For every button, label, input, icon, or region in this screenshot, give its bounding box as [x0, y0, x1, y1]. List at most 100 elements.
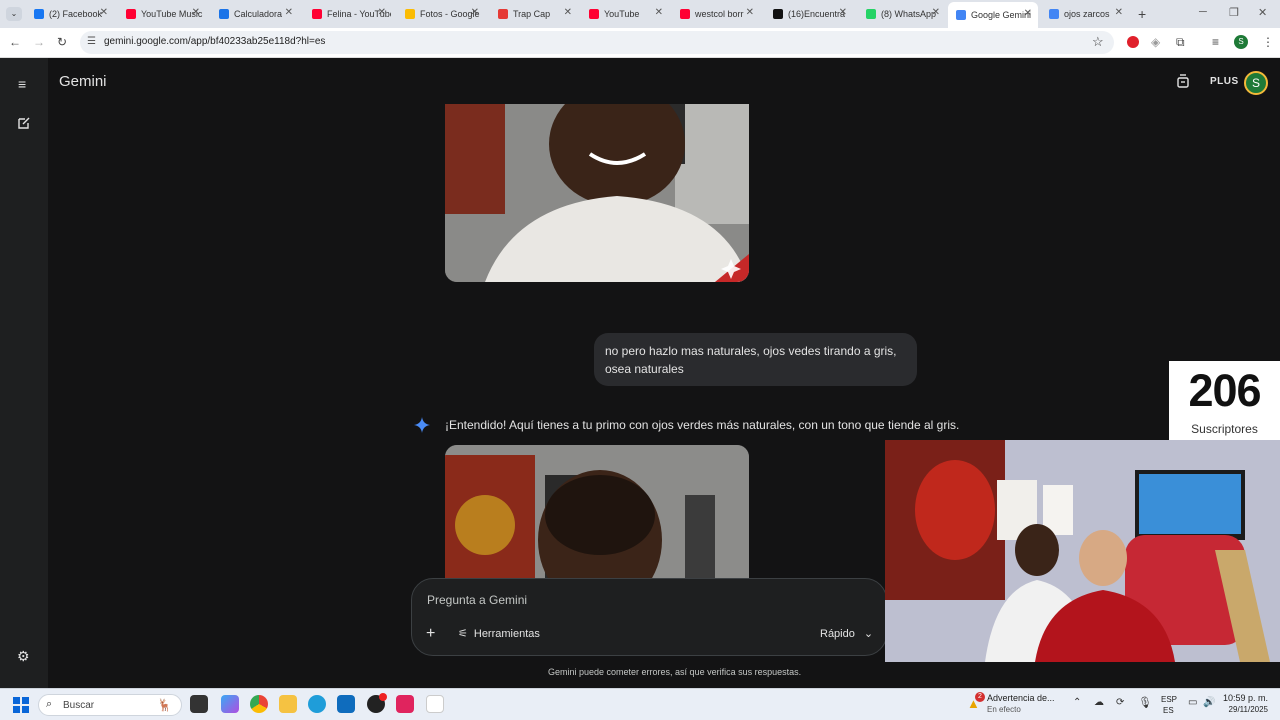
- tab-whatsapp[interactable]: (8) WhatsApp ✕: [858, 4, 946, 24]
- sync-icon[interactable]: ⟳: [1116, 697, 1124, 708]
- gemini-sparkle-icon: [413, 416, 431, 439]
- facebook-icon: [34, 9, 44, 19]
- network-icon[interactable]: ▭: [1188, 697, 1197, 708]
- tab-youtube[interactable]: westcol borr ✕: [672, 4, 760, 24]
- mode-label: Rápido: [820, 628, 855, 640]
- windows-start-icon[interactable]: [13, 697, 29, 718]
- clock-date[interactable]: 29/11/2025: [1220, 705, 1268, 714]
- close-tab-icon[interactable]: ✕: [746, 7, 754, 18]
- close-tab-icon[interactable]: ✕: [192, 7, 200, 18]
- browser-menu-icon[interactable]: ⋮: [1262, 35, 1274, 49]
- search-icon: ⌕: [46, 698, 53, 710]
- avatar[interactable]: S: [1244, 71, 1268, 95]
- subscriber-label: Suscriptores: [1191, 422, 1258, 436]
- close-tab-icon[interactable]: ✕: [932, 7, 940, 18]
- tab-youtube[interactable]: Felina - YouTube ✕: [304, 4, 392, 24]
- subscriber-count: 206: [1188, 365, 1261, 416]
- menu-icon[interactable]: ≡: [18, 76, 26, 92]
- temporary-chat-icon[interactable]: [1176, 73, 1190, 94]
- youtube-music-icon: [126, 9, 136, 19]
- opera-extension-icon[interactable]: [1127, 36, 1139, 48]
- close-tab-icon[interactable]: ✕: [100, 7, 108, 18]
- address-bar[interactable]: ☰ gemini.google.com/app/bf40233ab25e118d…: [80, 31, 1114, 54]
- edge-icon[interactable]: [308, 695, 326, 713]
- clock-time[interactable]: 10:59 p. m.: [1220, 693, 1268, 703]
- gemini-title[interactable]: Gemini: [59, 73, 107, 90]
- chrome-icon[interactable]: [250, 695, 268, 713]
- close-tab-icon[interactable]: ✕: [378, 7, 386, 18]
- tools-button[interactable]: ⚟ Herramientas: [458, 627, 540, 641]
- tab-trap[interactable]: Trap Cap ✕: [490, 4, 578, 24]
- chevron-down-icon: ⌄: [863, 628, 874, 640]
- youtube-icon: [312, 9, 322, 19]
- tab-search-button[interactable]: ⌄: [6, 7, 22, 21]
- file-explorer-icon[interactable]: [279, 695, 297, 713]
- browser-toolbar: ← → ↻ ☰ gemini.google.com/app/bf40233ab2…: [0, 28, 1280, 58]
- close-tab-icon[interactable]: ✕: [1024, 8, 1032, 19]
- copilot-icon[interactable]: [221, 695, 239, 713]
- close-window-button[interactable]: ✕: [1258, 6, 1267, 19]
- google-photos-icon: [405, 9, 415, 19]
- close-tab-icon[interactable]: ✕: [471, 7, 479, 18]
- microphone-icon[interactable]: 🎙: [1138, 696, 1152, 709]
- tools-label: Herramientas: [473, 627, 540, 640]
- snipping-tool-icon[interactable]: [426, 695, 444, 713]
- capcut-icon[interactable]: [396, 695, 414, 713]
- minimize-button[interactable]: ─: [1199, 6, 1207, 18]
- bookmark-star-icon[interactable]: ☆: [1092, 34, 1104, 50]
- tab-facebook[interactable]: (2) Facebook ✕: [26, 4, 114, 24]
- subscriber-counter: 206 Suscriptores: [1169, 361, 1280, 440]
- task-view-icon[interactable]: [190, 695, 208, 713]
- close-tab-icon[interactable]: ✕: [1115, 7, 1123, 18]
- prompt-input-placeholder[interactable]: Pregunta a Gemini: [427, 593, 527, 607]
- taskbar-search[interactable]: ⌕ Buscar 🦌: [38, 694, 182, 716]
- tab-tiktok[interactable]: (16)Encuentra ✕: [765, 4, 853, 24]
- new-tab-button[interactable]: +: [1138, 6, 1146, 22]
- tab-google[interactable]: ojos zarcos ✕: [1041, 4, 1129, 24]
- google-icon: [1049, 9, 1059, 19]
- new-chat-icon[interactable]: [17, 116, 31, 135]
- forward-icon[interactable]: →: [33, 35, 45, 49]
- settings-gear-icon[interactable]: ⚙: [17, 648, 30, 665]
- volume-icon[interactable]: 🔊: [1203, 697, 1215, 708]
- language-indicator[interactable]: ESP: [1161, 695, 1177, 704]
- sliders-icon: ⚟: [458, 628, 468, 640]
- chevron-up-icon[interactable]: ⌃: [1073, 697, 1081, 708]
- close-tab-icon[interactable]: ✕: [655, 7, 663, 18]
- tab-google-photos[interactable]: Fotos - Google ✕: [397, 4, 485, 24]
- profile-avatar[interactable]: S: [1234, 35, 1248, 49]
- puzzle-extensions-icon[interactable]: ⧉: [1176, 35, 1185, 50]
- generated-image[interactable]: [445, 445, 749, 578]
- media-control-icon[interactable]: ≡: [1212, 35, 1219, 49]
- url-text[interactable]: gemini.google.com/app/bf40233ab25e118d?h…: [104, 36, 325, 47]
- prompt-input-box[interactable]: Pregunta a Gemini + ⚟ Herramientas Rápid…: [411, 578, 887, 656]
- site-info-icon[interactable]: ☰: [87, 36, 96, 47]
- keyboard-layout[interactable]: ES: [1163, 706, 1174, 715]
- mode-selector[interactable]: Rápido ⌄: [820, 627, 873, 640]
- close-tab-icon[interactable]: ✕: [564, 7, 572, 18]
- notification-title[interactable]: Advertencia de...: [987, 693, 1055, 703]
- maximize-button[interactable]: ❐: [1229, 6, 1239, 19]
- reload-icon[interactable]: ↻: [57, 35, 67, 49]
- generated-image[interactable]: [445, 104, 749, 282]
- notification-badge: 2: [975, 692, 985, 702]
- calculator-icon: [219, 9, 229, 19]
- back-icon[interactable]: ←: [9, 35, 21, 49]
- taskbar-search-placeholder[interactable]: Buscar: [63, 700, 94, 711]
- extension-icon[interactable]: ◈: [1151, 35, 1160, 49]
- windows-taskbar: ⌕ Buscar 🦌 ▲ 2 Advertencia de... En efec…: [0, 688, 1280, 720]
- cloud-off-icon[interactable]: ☁: [1094, 697, 1104, 708]
- tab-calculator[interactable]: Calculadora ✕: [211, 4, 299, 24]
- close-tab-icon[interactable]: ✕: [839, 7, 847, 18]
- tab-gemini[interactable]: Google Gemini ✕: [948, 2, 1038, 28]
- store-icon[interactable]: [337, 695, 355, 713]
- add-file-icon[interactable]: +: [426, 625, 435, 643]
- tab-youtube-music[interactable]: YouTube Music ✕: [118, 4, 206, 24]
- gemini-icon: [956, 10, 966, 20]
- plan-badge[interactable]: PLUS: [1210, 76, 1239, 87]
- close-tab-icon[interactable]: ✕: [285, 7, 293, 18]
- tab-youtube[interactable]: YouTube ✕: [581, 4, 669, 24]
- user-message-bubble: no pero hazlo mas naturales, ojos vedes …: [594, 333, 917, 386]
- notification-subtitle: En efecto: [987, 705, 1021, 714]
- youtube-icon: [680, 9, 690, 19]
